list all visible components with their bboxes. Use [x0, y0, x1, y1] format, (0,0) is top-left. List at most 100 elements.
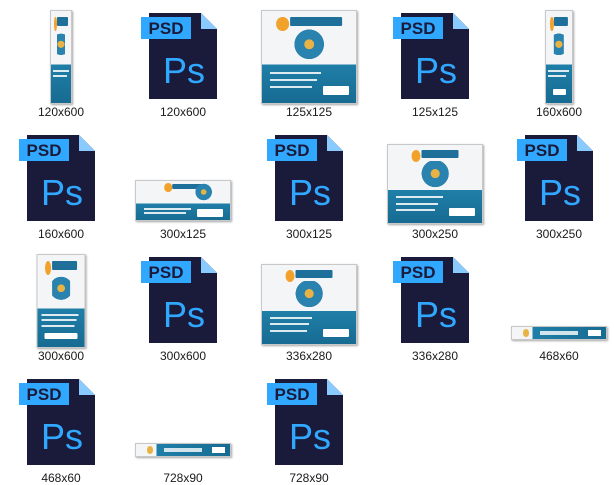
file-fold-corner: [201, 13, 217, 29]
psd-icon-graphic: PSD Ps: [517, 135, 593, 221]
file-grid: 120x600 PSD Ps 120x600 125x125 PSD Ps 125x…: [0, 0, 614, 485]
thumbnail: [0, 0, 122, 104]
file-name: 300x250: [411, 227, 459, 241]
file-name: 300x250: [535, 227, 583, 241]
file-fold-corner: [453, 257, 469, 273]
thumbnail: PSD Ps: [0, 366, 122, 469]
banner-image-thumbnail: [36, 254, 86, 348]
file-name: 120x600: [159, 105, 207, 119]
file-item-728x90-psd[interactable]: PSD Ps 728x90: [248, 366, 370, 485]
thumbnail: [122, 122, 244, 225]
thumbnail: [498, 0, 614, 104]
thumbnail: [0, 244, 122, 348]
thumbnail: [248, 0, 370, 104]
psd-tag-label: PSD: [525, 141, 560, 160]
thumbnail: PSD Ps: [374, 0, 496, 103]
file-item-300x125-image[interactable]: 300x125: [122, 122, 244, 241]
file-name: 125x125: [411, 105, 459, 119]
psd-icon-graphic: PSD Ps: [141, 13, 217, 99]
file-name: 300x600: [159, 349, 207, 363]
banner-image-thumbnail: [135, 443, 231, 457]
file-name: 160x600: [535, 105, 583, 119]
file-item-125x125-image[interactable]: 125x125: [248, 0, 370, 119]
banner-image-thumbnail: [511, 326, 607, 340]
file-fold-corner: [327, 379, 343, 395]
psd-icon-graphic: PSD Ps: [19, 379, 95, 465]
banner-image-thumbnail: [261, 264, 357, 345]
photoshop-psd-file-icon: PSD Ps: [511, 127, 607, 223]
photoshop-psd-file-icon: PSD Ps: [387, 249, 483, 345]
psd-tag-label: PSD: [149, 263, 184, 282]
file-item-300x250-image[interactable]: 300x250: [374, 122, 496, 241]
psd-icon-graphic: PSD Ps: [393, 257, 469, 343]
photoshop-psd-file-icon: PSD Ps: [387, 5, 483, 101]
thumbnail: [122, 366, 244, 469]
file-item-300x600-psd[interactable]: PSD Ps 300x600: [122, 244, 244, 363]
file-name: 160x600: [37, 227, 85, 241]
file-name: 728x90: [163, 471, 203, 485]
banner-image-thumbnail: [387, 144, 483, 224]
file-fold-corner: [201, 257, 217, 273]
file-item-125x125-psd[interactable]: PSD Ps 125x125: [374, 0, 496, 119]
psd-icon-graphic: PSD Ps: [393, 13, 469, 99]
file-item-300x125-psd[interactable]: PSD Ps 300x125: [248, 122, 370, 241]
file-item-336x280-psd[interactable]: PSD Ps 336x280: [374, 244, 496, 363]
ps-logo-label: Ps: [539, 172, 581, 213]
psd-icon-graphic: PSD Ps: [267, 379, 343, 465]
file-item-336x280-image[interactable]: 336x280: [248, 244, 370, 363]
psd-tag-label: PSD: [27, 385, 62, 404]
psd-tag-label: PSD: [401, 19, 436, 38]
file-fold-corner: [79, 379, 95, 395]
file-name: 336x280: [411, 349, 459, 363]
thumbnail: PSD Ps: [0, 122, 122, 225]
file-item-160x600-image[interactable]: 160x600: [498, 0, 614, 119]
photoshop-psd-file-icon: PSD Ps: [13, 127, 109, 223]
file-item-468x60-image[interactable]: 468x60: [498, 244, 614, 363]
photoshop-psd-file-icon: PSD Ps: [135, 5, 231, 101]
psd-icon-graphic: PSD Ps: [19, 135, 95, 221]
file-name: 300x125: [159, 227, 207, 241]
thumbnail: PSD Ps: [122, 0, 244, 103]
psd-icon-graphic: PSD Ps: [141, 257, 217, 343]
file-name: 300x125: [285, 227, 333, 241]
ps-logo-label: Ps: [289, 416, 331, 457]
thumbnail: [374, 122, 496, 225]
thumbnail: PSD Ps: [248, 122, 370, 225]
ps-logo-label: Ps: [163, 50, 205, 91]
photoshop-psd-file-icon: PSD Ps: [13, 371, 109, 467]
ps-logo-label: Ps: [41, 416, 83, 457]
psd-tag-label: PSD: [275, 385, 310, 404]
file-item-120x600-image[interactable]: 120x600: [0, 0, 122, 119]
ps-logo-label: Ps: [41, 172, 83, 213]
file-name: 728x90: [289, 471, 329, 485]
file-item-728x90-image[interactable]: 728x90: [122, 366, 244, 485]
file-item-120x600-psd[interactable]: PSD Ps 120x600: [122, 0, 244, 119]
file-name: 120x600: [37, 105, 85, 119]
file-name: 125x125: [285, 105, 333, 119]
photoshop-psd-file-icon: PSD Ps: [261, 127, 357, 223]
file-fold-corner: [327, 135, 343, 151]
psd-tag-label: PSD: [149, 19, 184, 38]
file-item-300x600-image[interactable]: 300x600: [0, 244, 122, 363]
file-item-468x60-psd[interactable]: PSD Ps 468x60: [0, 366, 122, 485]
thumbnail: PSD Ps: [248, 366, 370, 469]
thumbnail: PSD Ps: [498, 122, 614, 225]
thumbnail: PSD Ps: [122, 244, 244, 347]
file-item-300x250-psd[interactable]: PSD Ps 300x250: [498, 122, 614, 241]
file-item-160x600-psd[interactable]: PSD Ps 160x600: [0, 122, 122, 241]
thumbnail: [248, 244, 370, 347]
file-name: 336x280: [285, 349, 333, 363]
thumbnail: PSD Ps: [374, 244, 496, 347]
ps-logo-label: Ps: [415, 50, 457, 91]
psd-tag-label: PSD: [401, 263, 436, 282]
ps-logo-label: Ps: [163, 294, 205, 335]
ps-logo-label: Ps: [289, 172, 331, 213]
file-name: 468x60: [539, 349, 579, 363]
banner-image-thumbnail: [261, 10, 357, 104]
psd-tag-label: PSD: [275, 141, 310, 160]
ps-logo-label: Ps: [415, 294, 457, 335]
photoshop-psd-file-icon: PSD Ps: [135, 249, 231, 345]
file-fold-corner: [79, 135, 95, 151]
psd-tag-label: PSD: [27, 141, 62, 160]
file-fold-corner: [453, 13, 469, 29]
